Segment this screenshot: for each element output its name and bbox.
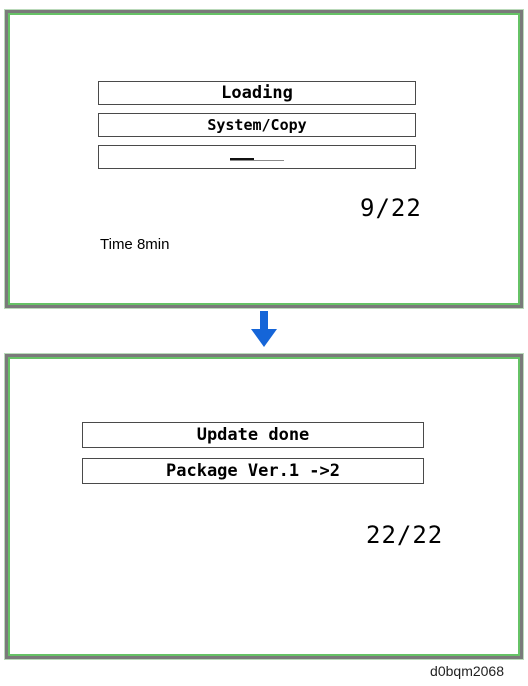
loading-title-label: Loading bbox=[221, 83, 293, 103]
file-counter-complete: 22/22 bbox=[366, 521, 444, 549]
progress-bar bbox=[230, 153, 284, 161]
update-done-screen: Update done Package Ver.1 ->2 22/22 bbox=[5, 354, 523, 659]
loading-screen: Loading System/Copy 9/22 Time 8min bbox=[5, 10, 523, 308]
package-version-field: Package Ver.1 ->2 bbox=[82, 458, 424, 484]
time-remaining-label: Time 8min bbox=[100, 236, 170, 253]
update-target-field: System/Copy bbox=[98, 113, 416, 137]
package-version-label: Package Ver.1 ->2 bbox=[166, 461, 340, 481]
progress-field bbox=[98, 145, 416, 169]
update-status-field: Update done bbox=[82, 422, 424, 448]
update-target-label: System/Copy bbox=[207, 116, 307, 134]
figure-caption: d0bqm2068 bbox=[430, 663, 504, 679]
progress-bar-fill bbox=[230, 158, 255, 160]
progress-bar-track bbox=[230, 160, 284, 161]
file-counter: 9/22 bbox=[360, 194, 422, 222]
arrow-down-icon bbox=[251, 311, 277, 347]
update-status-label: Update done bbox=[196, 425, 310, 445]
loading-title-field: Loading bbox=[98, 81, 416, 105]
